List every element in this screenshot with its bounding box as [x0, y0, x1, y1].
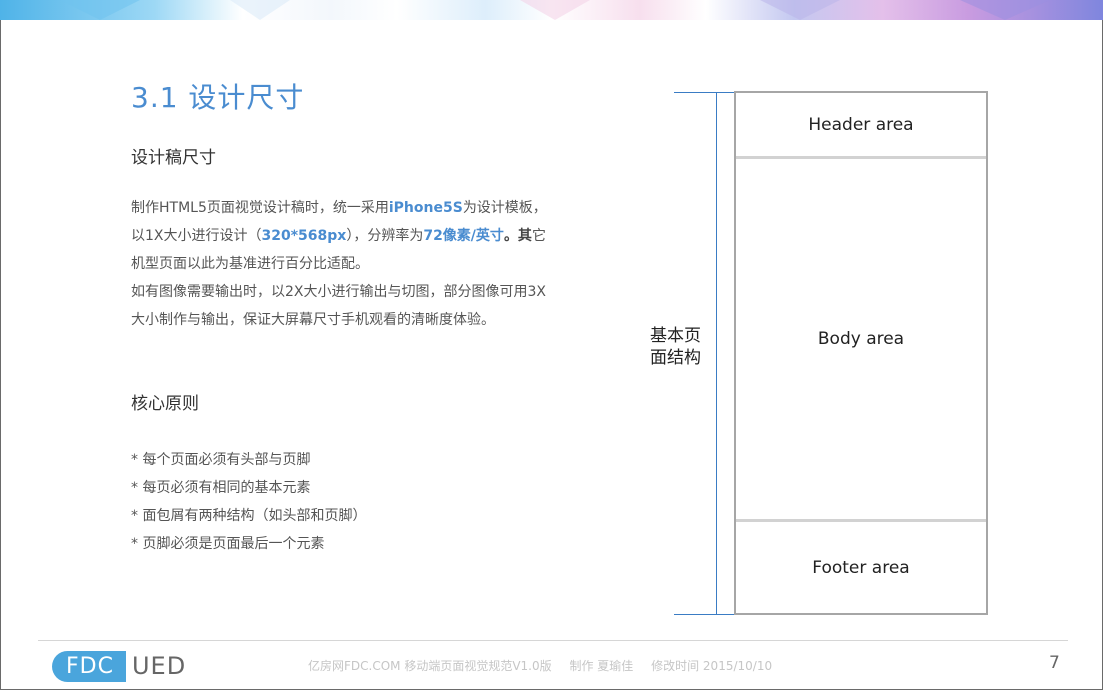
header-area-label: Header area [808, 114, 914, 135]
footer-author: 制作 夏瑜佳 [569, 659, 634, 673]
design-size-text-1: 制作HTML5页面视觉设计稿时，统一采用iPhone5S为设计模板，以1X大小进… [131, 200, 547, 272]
body-area-label: Body area [817, 329, 905, 349]
list-item: * 页脚必须是页面最后一个元素 [131, 536, 325, 552]
footer-site: 亿房网FDC.COM 移动端页面视觉规范V1.0版 [308, 659, 552, 673]
top-decorative-banner [0, 0, 1103, 20]
principles-heading: 核心原则 [131, 394, 199, 414]
list-item: * 面包屑有两种结构（如头部和页脚） [131, 508, 367, 524]
design-size-paragraph: 制作HTML5页面视觉设计稿时，统一采用iPhone5S为设计模板，以1X大小进… [131, 194, 551, 334]
header-area-block: Header area [736, 93, 986, 159]
size-highlight: 320*568px [261, 228, 347, 244]
footer-info: 亿房网FDC.COM 移动端页面视觉规范V1.0版 制作 夏瑜佳 修改时间 20… [308, 657, 786, 674]
dimension-tick-top [674, 92, 736, 93]
footer-area-block: Footer area [736, 522, 986, 613]
dimension-tick-bottom [674, 614, 736, 615]
footer-area-label: Footer area [812, 557, 910, 578]
fdc-ued-logo: FDC UED [52, 650, 196, 683]
logo-ued: UED [131, 652, 187, 680]
footer-divider [38, 640, 1068, 641]
footer-date: 修改时间 2015/10/10 [651, 659, 773, 673]
body-area-block: Body area [736, 159, 986, 522]
resolution-highlight: 72像素/英寸 [423, 228, 504, 244]
logo-fdc: FDC [52, 651, 126, 682]
list-item: * 每页必须有相同的基本元素 [131, 480, 311, 496]
page-number: 7 [1049, 653, 1060, 673]
list-item: * 每个页面必须有头部与页脚 [131, 452, 311, 468]
principles-list: * 每个页面必须有头部与页脚 * 每页必须有相同的基本元素 * 面包屑有两种结构… [131, 446, 366, 558]
dimension-label: 基本页面结构 [650, 326, 701, 368]
design-size-heading: 设计稿尺寸 [131, 148, 216, 168]
design-size-text-2: 如有图像需要输出时，以2X大小进行输出与切图，部分图像可用3X大小制作与输出，保… [131, 284, 546, 328]
page-structure-diagram: Header area Body area Footer area [734, 91, 988, 615]
device-highlight: iPhone5S [388, 200, 463, 216]
dimension-line [716, 93, 717, 615]
slide-title: 3.1 设计尺寸 [131, 81, 305, 114]
